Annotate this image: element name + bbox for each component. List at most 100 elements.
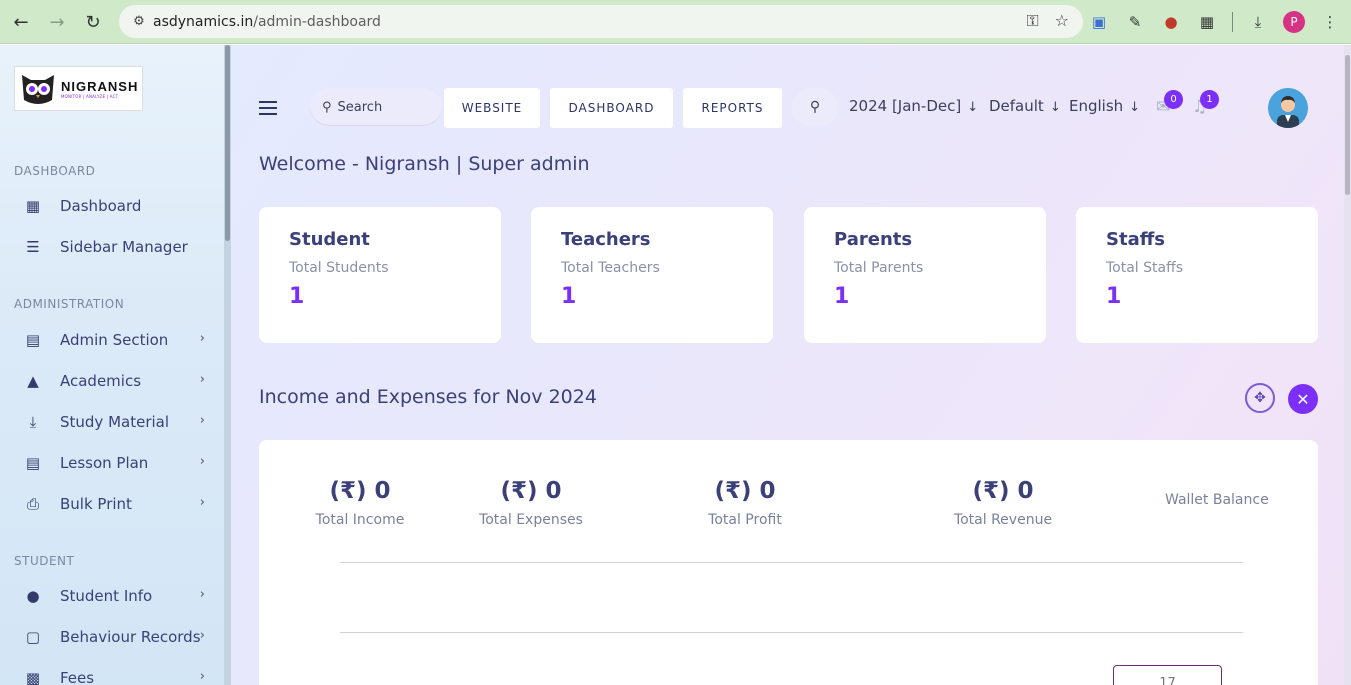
stat-amount: (₹) 0 xyxy=(500,478,562,504)
user-avatar[interactable] xyxy=(1268,88,1308,128)
url-text[interactable]: asdynamics.in/admin-dashboard xyxy=(153,14,381,30)
user-icon: ● xyxy=(26,587,40,605)
reload-icon[interactable]: ↻ xyxy=(75,4,111,40)
sidebar-item-bulk-print[interactable]: ⎙ Bulk Print › xyxy=(24,492,209,516)
seo-extension-icon[interactable]: ● xyxy=(1160,11,1182,33)
bars-icon: ☰ xyxy=(26,238,40,256)
total-revenue-stat: (₹) 0 Total Revenue xyxy=(943,478,1063,528)
sidebar-item-academics[interactable]: ▲ Academics › xyxy=(24,369,209,393)
site-settings-icon[interactable]: ⚙ xyxy=(125,14,153,29)
logo[interactable]: NIGRANSH MONITOR | ANALYZE | ACT xyxy=(14,66,143,111)
browser-toolbar: ← → ↻ ⚙ asdynamics.in/admin-dashboard ⚿ … xyxy=(0,0,1351,44)
sidebar-item-behaviour-records[interactable]: ▢ Behaviour Records › xyxy=(24,625,209,649)
stat-label: Total Income xyxy=(315,512,405,528)
card-value: 1 xyxy=(1106,284,1122,309)
close-icon: ✕ xyxy=(1296,389,1310,409)
card-subtitle: Total Students xyxy=(289,260,389,276)
sidebar-item-label: Student Info xyxy=(60,587,153,605)
profile-avatar[interactable]: P xyxy=(1283,11,1305,33)
arrow-down-icon: ↓ xyxy=(1049,100,1061,115)
admin-icon: ▤ xyxy=(25,331,41,349)
session-value: 2024 [Jan-Dec] xyxy=(849,97,962,115)
sidebar-item-study-material[interactable]: ⤓ Study Material › xyxy=(24,410,209,434)
download-icon[interactable]: ⤓ xyxy=(1247,11,1269,33)
session-dropdown[interactable]: 2024 [Jan-Dec] ↓ xyxy=(849,97,978,115)
section-dashboard: DASHBOARD xyxy=(14,164,96,178)
stat-amount: (₹) 0 xyxy=(972,478,1034,504)
extension-icon[interactable]: ▣ xyxy=(1088,11,1110,33)
address-bar[interactable]: ⚙ asdynamics.in/admin-dashboard ⚿ ☆ xyxy=(119,5,1083,38)
total-expenses-stat: (₹) 0 Total Expenses xyxy=(471,478,591,528)
toolbar-separator xyxy=(1232,12,1233,32)
sidebar-scrollbar[interactable] xyxy=(224,45,231,685)
notifications-badge: 1 xyxy=(1200,90,1219,109)
back-icon[interactable]: ← xyxy=(3,4,39,40)
chevron-right-icon: › xyxy=(199,372,205,387)
sidebar-item-label: Sidebar Manager xyxy=(60,238,188,256)
stat-label: Total Profit xyxy=(708,512,782,528)
income-expenses-title: Income and Expenses for Nov 2024 xyxy=(259,386,597,408)
reports-button[interactable]: REPORTS xyxy=(683,88,782,128)
style-value: Default xyxy=(989,97,1044,115)
sidebar-item-admin-section[interactable]: ▤ Admin Section › xyxy=(24,328,209,352)
url-path: /admin-dashboard xyxy=(253,13,381,30)
stat-label: Total Revenue xyxy=(953,512,1053,528)
language-dropdown[interactable]: English ↓ xyxy=(1069,97,1140,115)
sidebar-scrollbar-thumb[interactable] xyxy=(225,45,230,241)
money-icon: ▩ xyxy=(25,669,41,685)
close-widget-button[interactable]: ✕ xyxy=(1288,384,1318,414)
notifications-button[interactable]: ♫ 1 xyxy=(1192,90,1219,119)
messages-button[interactable]: ✉ 0 xyxy=(1156,90,1183,119)
card-subtitle: Total Parents xyxy=(834,260,924,276)
website-button[interactable]: WEBSITE xyxy=(444,88,540,128)
sidebar-item-sidebar-manager[interactable]: ☰ Sidebar Manager xyxy=(24,235,209,259)
total-income-stat: (₹) 0 Total Income xyxy=(305,478,415,528)
hamburger-menu-icon[interactable] xyxy=(259,101,277,115)
card-value: 1 xyxy=(561,284,577,309)
card-title: Parents xyxy=(834,229,913,250)
mini-value-box[interactable]: 17 xyxy=(1113,665,1222,685)
sidebar-item-student-info[interactable]: ● Student Info › xyxy=(24,584,209,608)
chevron-right-icon: › xyxy=(199,587,205,602)
section-student: STUDENT xyxy=(14,554,75,568)
puzzle-icon[interactable]: ▦ xyxy=(1196,11,1218,33)
main-scrollbar-thumb[interactable] xyxy=(1345,55,1350,195)
eyedropper-icon[interactable]: ✎ xyxy=(1124,11,1146,33)
download-icon: ⤓ xyxy=(29,413,37,431)
stat-amount: (₹) 0 xyxy=(329,478,391,504)
parents-card[interactable]: Parents Total Parents 1 xyxy=(804,207,1046,343)
teachers-card[interactable]: Teachers Total Teachers 1 xyxy=(531,207,773,343)
dashboard-button[interactable]: DASHBOARD xyxy=(550,88,673,128)
move-widget-button[interactable]: ✥ xyxy=(1245,383,1275,413)
student-card[interactable]: Student Total Students 1 xyxy=(259,207,501,343)
search-placeholder: Search xyxy=(337,99,383,115)
staffs-card[interactable]: Staffs Total Staffs 1 xyxy=(1076,207,1318,343)
sidebar-item-dashboard[interactable]: ▦ Dashboard xyxy=(24,194,209,218)
logo-tagline: MONITOR | ANALYZE | ACT xyxy=(61,93,119,99)
lesson-icon: ▤ xyxy=(25,454,41,472)
section-administration: ADMINISTRATION xyxy=(14,297,125,311)
header-search-button[interactable]: ⚲ xyxy=(792,88,838,126)
total-profit-stat: (₹) 0 Total Profit xyxy=(690,478,800,528)
sidebar-item-fees[interactable]: ▩ Fees › xyxy=(24,666,209,685)
bookmark-star-icon[interactable]: ☆ xyxy=(1055,11,1069,31)
card-value: 1 xyxy=(834,284,850,309)
forward-icon[interactable]: → xyxy=(39,4,75,40)
sidebar-item-label: Behaviour Records xyxy=(60,628,201,646)
sidebar-item-label: Bulk Print xyxy=(60,495,132,513)
divider xyxy=(340,632,1243,633)
url-host: asdynamics.in xyxy=(153,13,254,30)
style-dropdown[interactable]: Default ↓ xyxy=(989,97,1061,115)
main-scrollbar[interactable] xyxy=(1344,45,1351,685)
arrow-down-icon: ↓ xyxy=(1129,100,1141,115)
language-value: English xyxy=(1069,97,1124,115)
income-expenses-panel: (₹) 0 Total Income (₹) 0 Total Expenses … xyxy=(259,440,1318,685)
records-icon: ▢ xyxy=(25,628,41,646)
sidebar-item-lesson-plan[interactable]: ▤ Lesson Plan › xyxy=(24,451,209,475)
arrow-down-icon: ↓ xyxy=(967,100,979,115)
chevron-right-icon: › xyxy=(199,413,205,428)
search-input[interactable]: ⚲ Search xyxy=(310,88,442,126)
menu-kebab-icon[interactable]: ⋮ xyxy=(1319,11,1341,33)
password-key-icon[interactable]: ⚿ xyxy=(1026,11,1038,31)
logo-name: NIGRANSH xyxy=(61,78,139,94)
